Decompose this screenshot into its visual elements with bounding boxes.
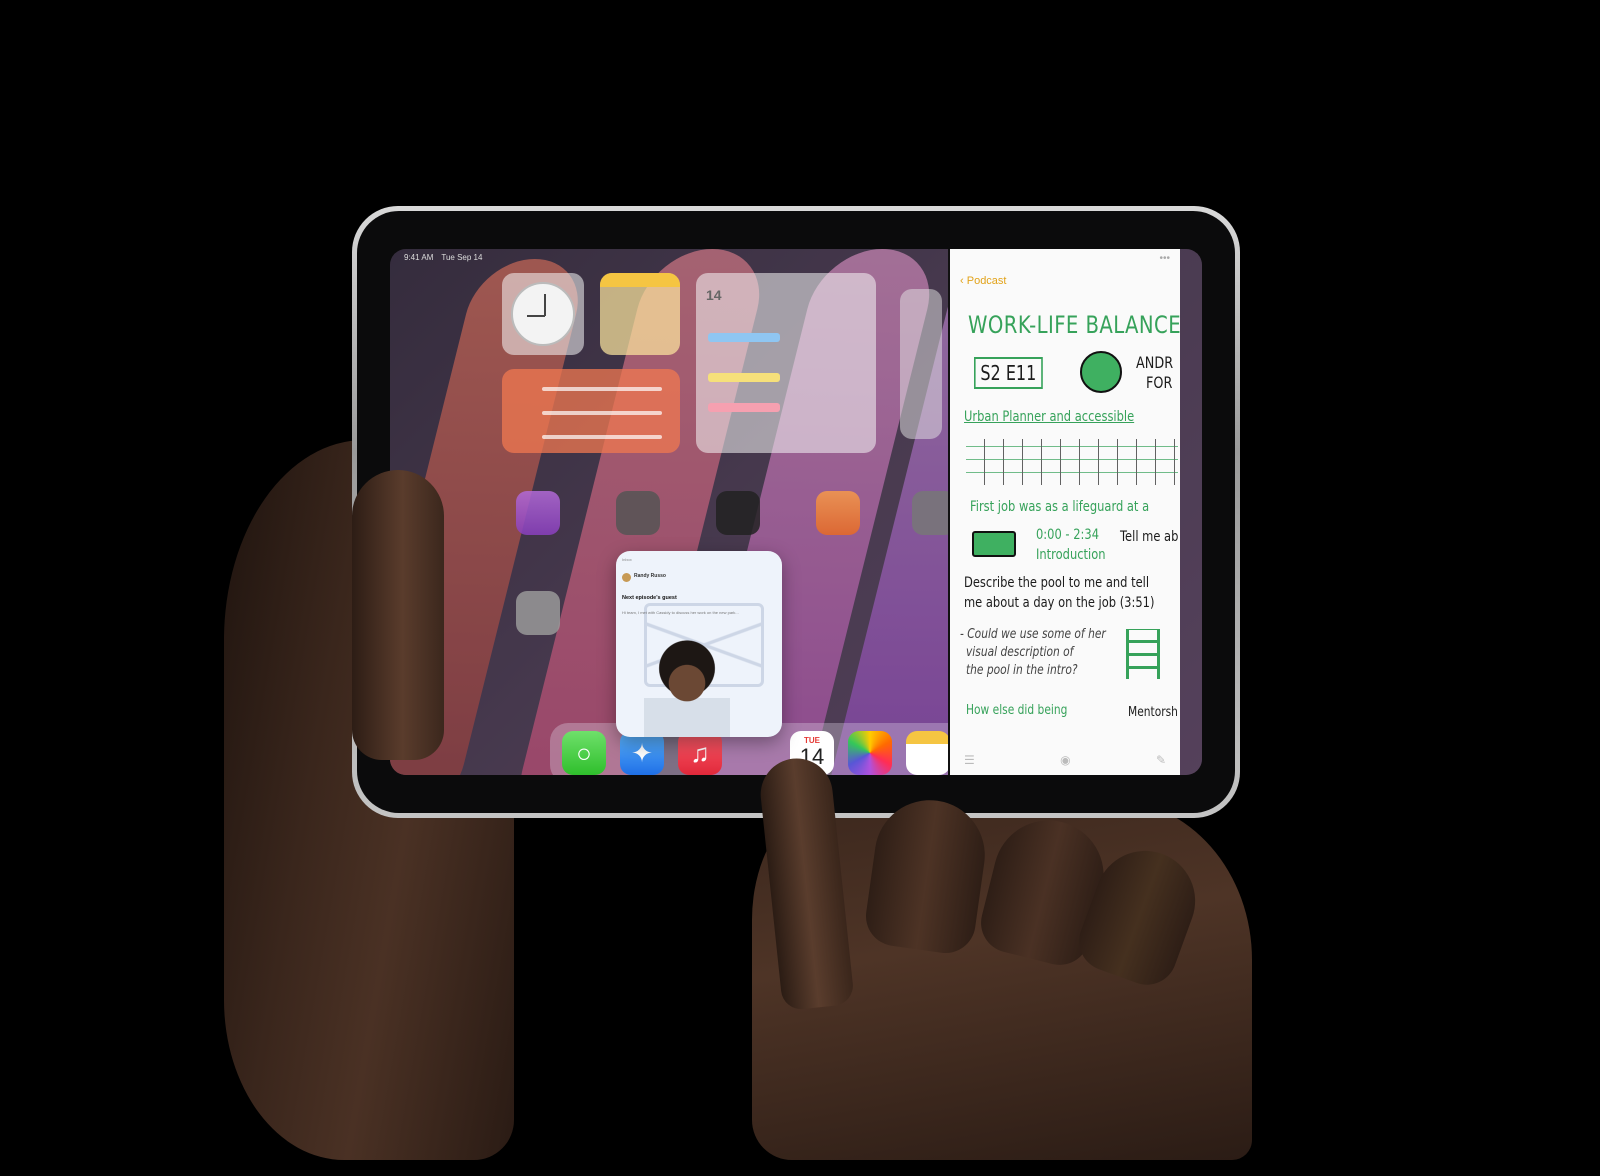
cassette-doodle	[972, 531, 1016, 557]
left-thumb	[352, 470, 444, 760]
mail-subject: Next episode's guest	[622, 595, 677, 601]
clock-icon	[511, 282, 575, 346]
guest-photo	[644, 639, 730, 737]
mail-header: Inbox	[622, 557, 632, 562]
guest-name-line-1: ANDR	[1136, 353, 1174, 372]
note-question-2: visual description of	[966, 645, 1074, 660]
notes-icon[interactable]	[906, 731, 950, 775]
photos-icon[interactable]	[848, 731, 892, 775]
back-label: Podcast	[966, 275, 1007, 287]
notes-widget-header	[600, 273, 680, 287]
note-question-1: - Could we use some of her	[960, 627, 1106, 642]
camera-icon[interactable]	[516, 591, 560, 635]
music-progress-bar	[542, 435, 662, 439]
note-urban-planner: Urban Planner and accessible	[964, 409, 1135, 425]
note-mentorship: Mentorsh	[1128, 705, 1178, 720]
ipad-device: 9:41 AM Tue Sep 14 14 ○ ✦ ♫ TUE 14 Inbox…	[352, 206, 1240, 818]
microphone-icon[interactable]	[616, 491, 660, 535]
music-widget[interactable]	[502, 369, 680, 453]
messages-icon[interactable]: ○	[562, 731, 606, 775]
note-describe-2: me about a day on the job (3:51)	[964, 595, 1155, 611]
notes-pane: ••• ‹ Podcast WORK-LIFE BALANCE S2 E11 A…	[950, 249, 1180, 775]
clock-widget[interactable]	[502, 273, 584, 355]
notes-widget[interactable]	[600, 273, 680, 355]
note-first-job: First job was as a lifeguard at a	[970, 499, 1150, 515]
calendar-widget[interactable]: 14	[696, 273, 876, 453]
calendar-event	[708, 333, 780, 342]
status-date: Tue Sep 14	[441, 253, 483, 262]
note-tell-me: Tell me ab	[1120, 529, 1179, 545]
note-describe-1: Describe the pool to me and tell	[964, 575, 1150, 591]
camera-icon[interactable]: ◉	[1060, 753, 1070, 767]
pool-ladder-doodle	[1126, 629, 1160, 679]
note-title: WORK-LIFE BALANCE	[968, 311, 1180, 339]
notes-toolbar: ☰ ◉ ✎	[950, 745, 1180, 775]
calendar-event	[708, 403, 780, 412]
note-introduction: Introduction	[1036, 547, 1106, 563]
episode-label: S2 E11	[974, 357, 1043, 389]
mail-body: Hi team, I met with Cassidy to discuss h…	[622, 610, 739, 615]
note-timecode: 0:00 - 2:34	[1036, 527, 1100, 543]
map-doodle	[966, 439, 1178, 485]
podcasts-icon[interactable]	[516, 491, 560, 535]
calendar-widget-date: 14	[706, 287, 722, 303]
photos-widget[interactable]	[900, 289, 942, 439]
guest-doodle	[1080, 351, 1122, 393]
mail-sender: Randy Russo	[634, 573, 666, 579]
tuner-icon[interactable]	[716, 491, 760, 535]
ipad-bezel: 9:41 AM Tue Sep 14 14 ○ ✦ ♫ TUE 14 Inbox…	[357, 211, 1235, 813]
note-how-else: How else did being	[966, 703, 1068, 718]
notes-back-button[interactable]: ‹ Podcast	[960, 275, 1006, 287]
ipad-screen: 9:41 AM Tue Sep 14 14 ○ ✦ ♫ TUE 14 Inbox…	[390, 249, 1202, 775]
note-question-3: the pool in the intro?	[966, 663, 1078, 678]
music-progress-bar	[542, 411, 662, 415]
music-icon[interactable]: ♫	[678, 731, 722, 775]
status-time: 9:41 AM	[404, 253, 434, 262]
book-icon[interactable]	[816, 491, 860, 535]
status-bar: 9:41 AM Tue Sep 14	[404, 253, 482, 262]
safari-icon[interactable]: ✦	[620, 731, 664, 775]
markup-icon[interactable]: ✎	[1156, 753, 1166, 767]
more-icon[interactable]: •••	[1159, 253, 1170, 264]
music-progress-bar	[542, 387, 662, 391]
calendar-event	[708, 373, 780, 382]
checklist-icon[interactable]: ☰	[964, 753, 975, 767]
mail-window[interactable]: Inbox Randy Russo Next episode's guest H…	[616, 551, 782, 737]
avatar	[622, 573, 631, 582]
guest-name-line-2: FOR	[1146, 373, 1173, 392]
